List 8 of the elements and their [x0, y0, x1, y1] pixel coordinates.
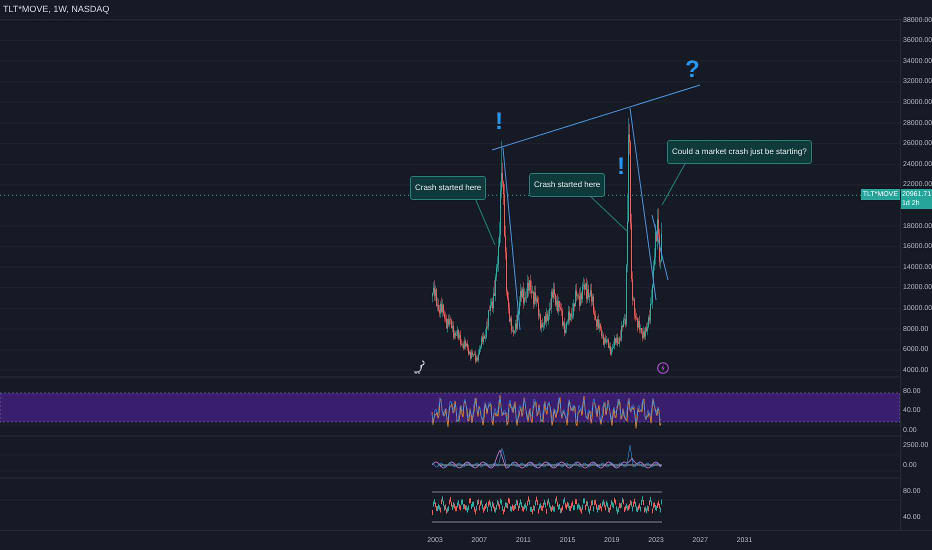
- annotation-mark: !: [617, 155, 625, 179]
- callout-label: Could a market crash just be starting?: [667, 140, 812, 164]
- callout-label: Crash started here: [529, 173, 606, 197]
- callout-label: Crash started here: [410, 176, 486, 200]
- annotation-mark: ?: [685, 58, 700, 82]
- lightning-icon: [657, 362, 669, 374]
- symbol-title: TLT*MOVE, 1W, NASDAQ: [3, 2, 110, 16]
- annotation-mark: !: [495, 110, 503, 134]
